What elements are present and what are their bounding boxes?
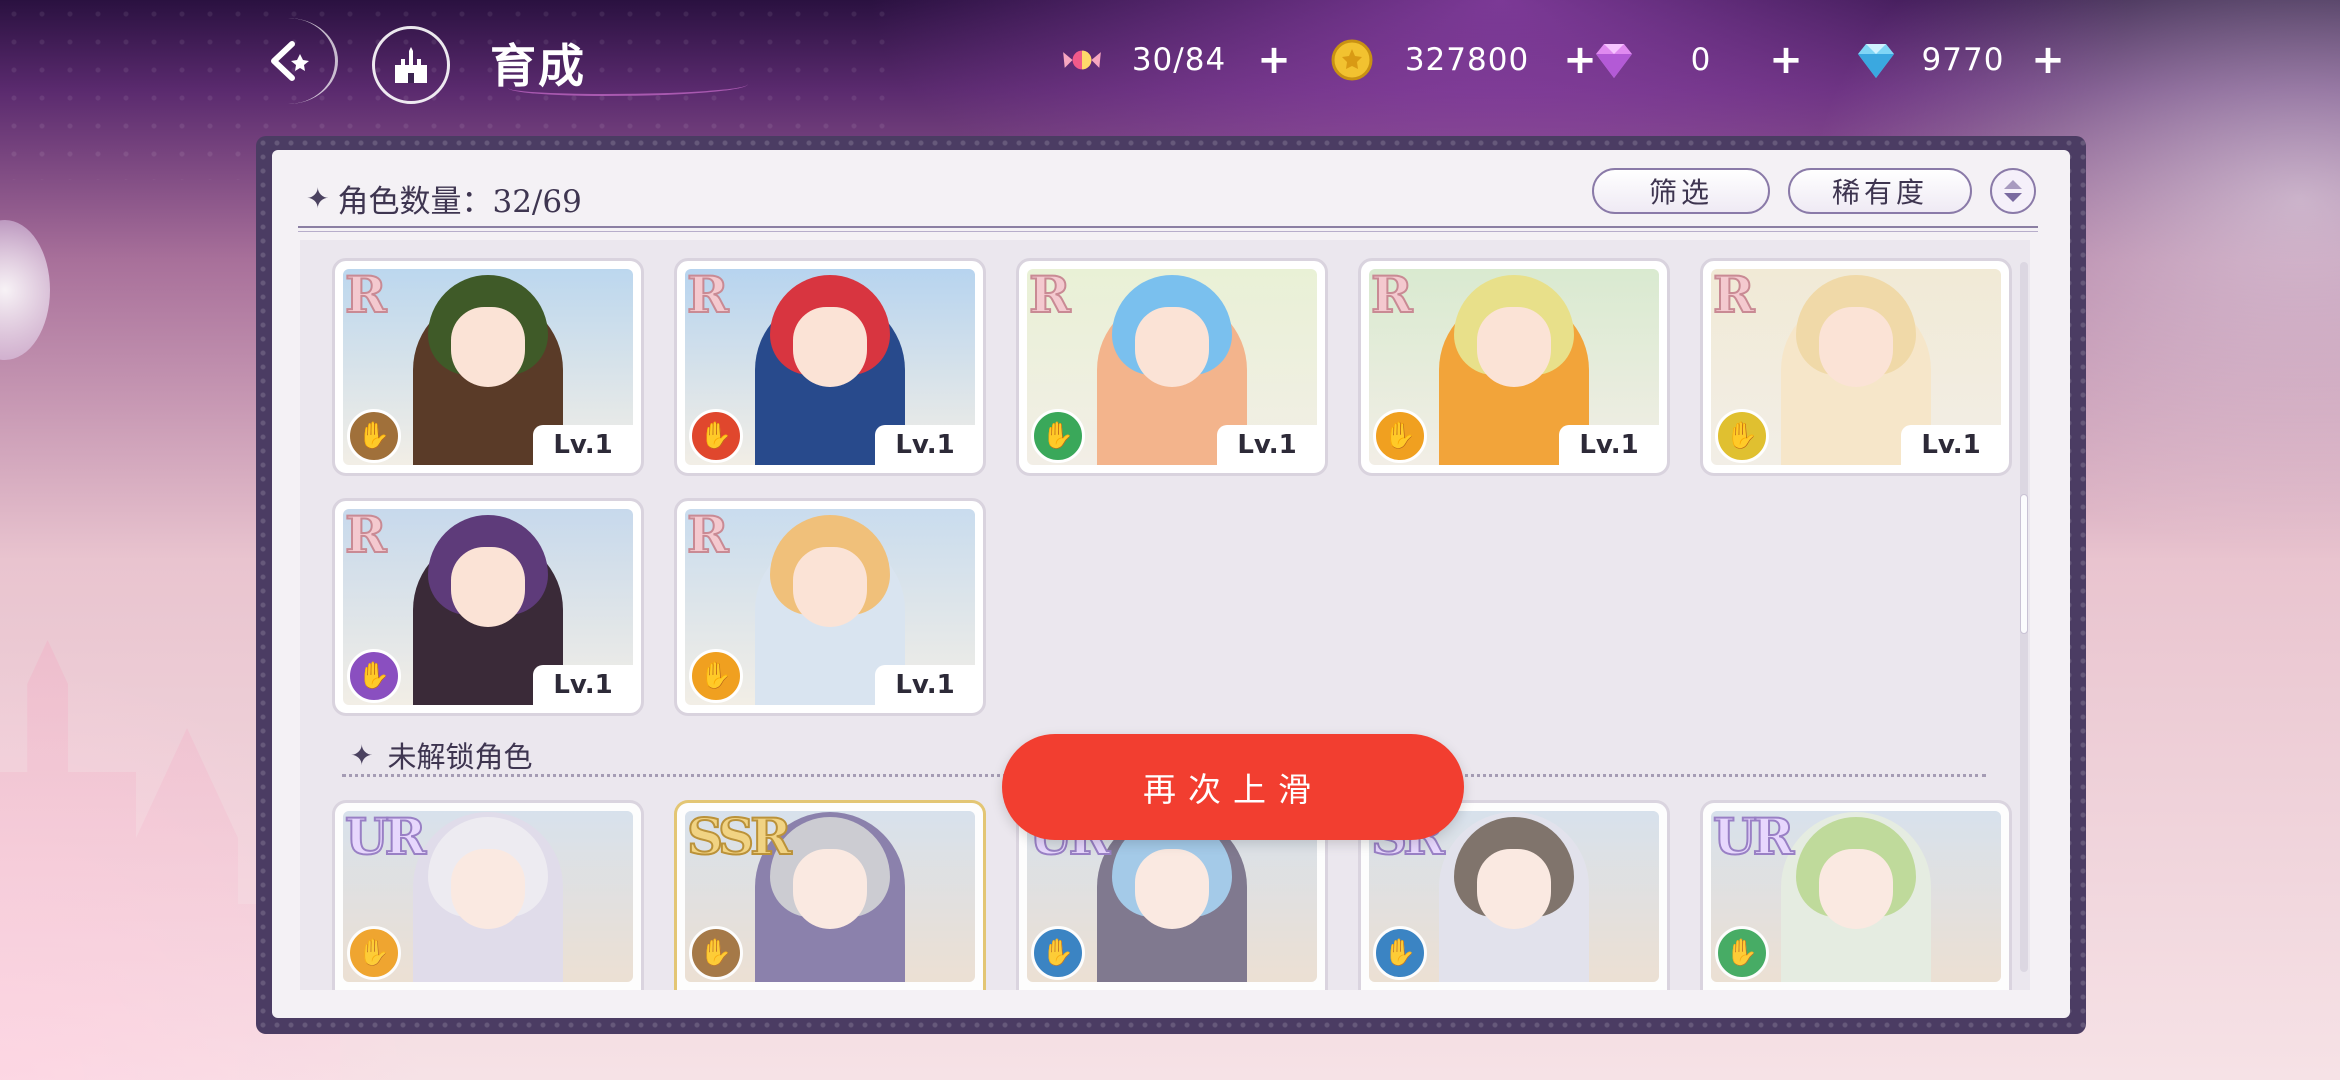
character-face <box>1135 849 1209 929</box>
rarity-badge: R <box>344 504 387 565</box>
class-icon: ✋ <box>1031 409 1085 463</box>
character-face <box>1819 307 1893 387</box>
class-icon: ✋ <box>689 926 743 980</box>
locked-section-label: 未解锁角色 <box>387 740 533 774</box>
character-card[interactable]: R ✋ Lv.1 <box>1358 258 1670 476</box>
character-face <box>1477 849 1551 929</box>
currency-candy: 30/84 + <box>1060 37 1294 83</box>
sparkle-icon: ✦ <box>306 182 330 215</box>
rarity-badge: R <box>686 504 729 565</box>
rarity-badge: UR <box>344 806 427 867</box>
character-card[interactable]: R ✋ Lv.1 <box>674 498 986 716</box>
character-face <box>793 849 867 929</box>
class-icon: ✋ <box>689 409 743 463</box>
coin-value: 327800 <box>1404 42 1530 78</box>
sort-toggle-icon <box>2004 180 2022 202</box>
class-icon: ✋ <box>347 926 401 980</box>
character-face <box>1135 307 1209 387</box>
filter-button[interactable]: 筛选 <box>1592 168 1770 214</box>
level-tag: Lv.1 <box>1217 425 1317 465</box>
class-icon: ✋ <box>1715 409 1769 463</box>
level-tag: Lv.1 <box>533 425 633 465</box>
character-card[interactable]: R ✋ Lv.1 <box>1700 258 2012 476</box>
home-button[interactable] <box>372 26 450 104</box>
currency-pink-gem: 0 + <box>1592 37 1806 83</box>
back-arrow-icon <box>270 41 309 81</box>
rarity-badge: R <box>1028 264 1071 325</box>
class-icon: ✋ <box>1373 409 1427 463</box>
currency-blue-gem: 9770 + <box>1854 37 2068 83</box>
character-card[interactable]: R ✋ Lv.1 <box>332 258 644 476</box>
rarity-sort-button[interactable]: 稀有度 <box>1788 168 1972 214</box>
pink-gem-icon <box>1592 38 1636 82</box>
character-body <box>413 812 563 982</box>
back-button[interactable] <box>238 18 338 104</box>
add-blue-gem-button[interactable]: + <box>2028 37 2068 83</box>
character-body <box>1439 812 1589 982</box>
pink-gem-value: 0 <box>1690 42 1712 78</box>
locked-character-card[interactable]: UR ✋ <box>1700 800 2012 990</box>
character-count: ✦ 角色数量：32/69 <box>306 176 582 221</box>
scrollbar-thumb[interactable] <box>2020 494 2028 634</box>
character-face <box>1819 849 1893 929</box>
level-tag: Lv.1 <box>875 425 975 465</box>
character-card[interactable]: R ✋ Lv.1 <box>332 498 644 716</box>
character-face <box>793 547 867 627</box>
character-body <box>1781 812 1931 982</box>
header-divider <box>298 226 2038 232</box>
locked-character-card[interactable]: UR ✋ <box>332 800 644 990</box>
class-icon: ✋ <box>1373 926 1427 980</box>
class-icon: ✋ <box>347 409 401 463</box>
character-face <box>451 307 525 387</box>
character-face <box>793 307 867 387</box>
currency-coin: 327800 + <box>1330 37 1600 83</box>
candy-icon <box>1060 38 1104 82</box>
sort-order-button[interactable] <box>1990 168 2036 214</box>
blue-gem-value: 9770 <box>1921 42 2005 78</box>
character-card[interactable]: R ✋ Lv.1 <box>1016 258 1328 476</box>
character-face <box>1477 307 1551 387</box>
character-hair <box>1796 817 1916 917</box>
background-orb <box>0 220 50 360</box>
character-face <box>451 849 525 929</box>
candy-value: 30/84 <box>1131 42 1227 78</box>
sparkle-icon: ✦ <box>350 738 374 772</box>
swipe-up-toast: 再次上滑 <box>1002 734 1464 840</box>
class-icon: ✋ <box>1031 926 1085 980</box>
castle-icon <box>395 47 427 83</box>
level-tag: Lv.1 <box>533 665 633 705</box>
rarity-badge: SSR <box>686 806 793 867</box>
character-card[interactable]: R ✋ Lv.1 <box>674 258 986 476</box>
character-hair <box>428 817 548 917</box>
class-icon: ✋ <box>689 649 743 703</box>
rarity-badge: R <box>1712 264 1755 325</box>
blue-gem-icon <box>1854 38 1898 82</box>
rarity-badge: R <box>344 264 387 325</box>
locked-character-card[interactable]: SSR ✋ <box>674 800 986 990</box>
locked-section-header: ✦ 未解锁角色 <box>350 734 532 776</box>
class-icon: ✋ <box>1715 926 1769 980</box>
character-hair <box>770 817 890 917</box>
add-pink-gem-button[interactable]: + <box>1766 37 1806 83</box>
coin-icon <box>1330 38 1374 82</box>
title-decoration <box>508 76 748 96</box>
rarity-badge: R <box>1370 264 1413 325</box>
top-bar: 育成 30/84 + 327800 + 0 + 9770 + <box>0 0 2340 120</box>
level-tag: Lv.1 <box>875 665 975 705</box>
level-tag: Lv.1 <box>1901 425 2001 465</box>
character-count-label: 角色数量：32/69 <box>337 184 582 220</box>
add-candy-button[interactable]: + <box>1254 37 1294 83</box>
character-face <box>451 547 525 627</box>
class-icon: ✋ <box>347 649 401 703</box>
rarity-badge: UR <box>1712 806 1795 867</box>
rarity-badge: R <box>686 264 729 325</box>
level-tag: Lv.1 <box>1559 425 1659 465</box>
character-hair <box>1454 817 1574 917</box>
